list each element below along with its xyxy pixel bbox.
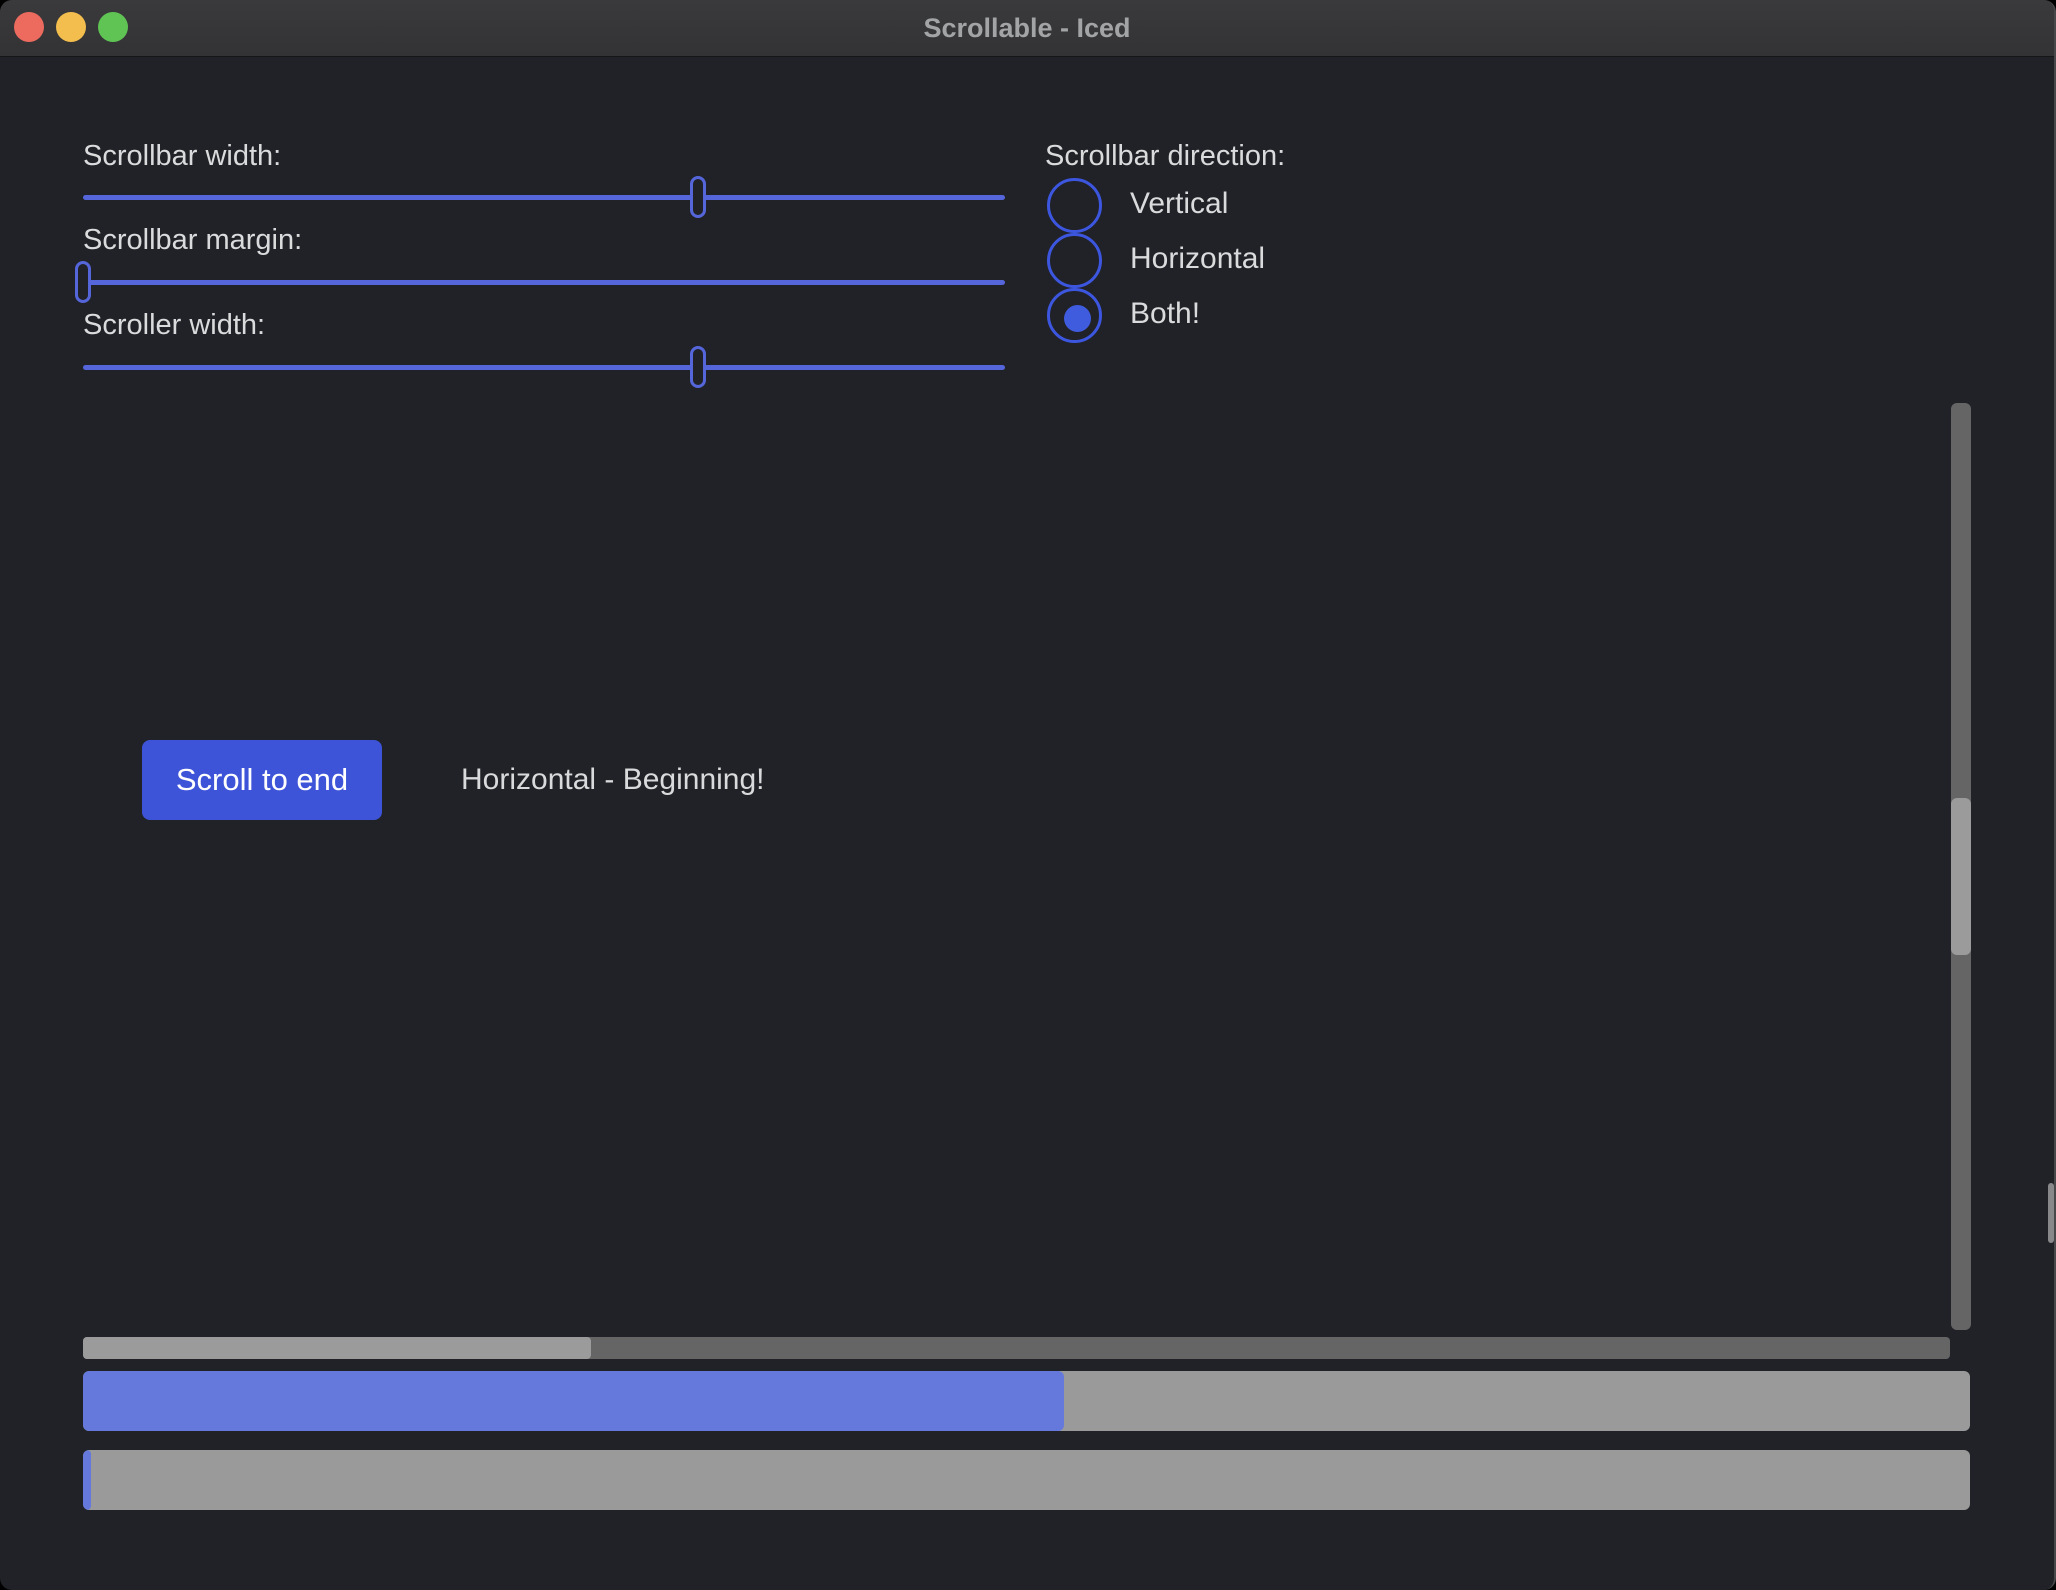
window-title: Scrollable - Iced [0, 0, 2054, 56]
scroller-width-slider[interactable] [83, 346, 1005, 388]
scroll-status-text: Horizontal - Beginning! [461, 763, 765, 797]
radio-label: Horizontal [1130, 242, 1265, 276]
progress-fill [83, 1450, 91, 1510]
radio-circle-icon[interactable] [1047, 233, 1102, 288]
radio-label: Vertical [1130, 187, 1228, 221]
scrollbar-margin-label: Scrollbar margin: [83, 224, 302, 257]
slider-rail[interactable] [83, 365, 1005, 370]
horizontal-scroller[interactable] [83, 1337, 591, 1359]
window-edge-scroll-indicator [2048, 1183, 2054, 1243]
progress-fill [83, 1371, 1064, 1431]
slider-handle[interactable] [690, 346, 706, 388]
radio-circle-icon[interactable] [1047, 178, 1102, 233]
horizontal-progress-bar [83, 1371, 1970, 1431]
scrollbar-width-slider[interactable] [83, 176, 1005, 218]
slider-rail[interactable] [83, 195, 1005, 200]
vertical-scroller[interactable] [1951, 798, 1971, 955]
radio-dot-icon [1064, 305, 1091, 332]
vertical-progress-bar [83, 1450, 1970, 1510]
slider-handle[interactable] [75, 261, 91, 303]
radio-label: Both! [1130, 297, 1200, 331]
slider-handle[interactable] [690, 176, 706, 218]
horizontal-scrollbar[interactable] [83, 1337, 1950, 1359]
scrollbar-margin-slider[interactable] [83, 261, 1005, 303]
scrollbar-width-label: Scrollbar width: [83, 140, 281, 173]
scrollbar-direction-label: Scrollbar direction: [1045, 140, 1285, 173]
slider-rail[interactable] [83, 280, 1005, 285]
vertical-scrollbar[interactable] [1951, 403, 1971, 1330]
scroll-to-end-button[interactable]: Scroll to end [142, 740, 382, 820]
scroller-width-label: Scroller width: [83, 309, 265, 342]
radio-circle-icon[interactable] [1047, 288, 1102, 343]
title-bar[interactable]: Scrollable - Iced [0, 0, 2054, 57]
app-window: Scrollable - Iced Scrollbar width: Scrol… [0, 0, 2056, 1590]
